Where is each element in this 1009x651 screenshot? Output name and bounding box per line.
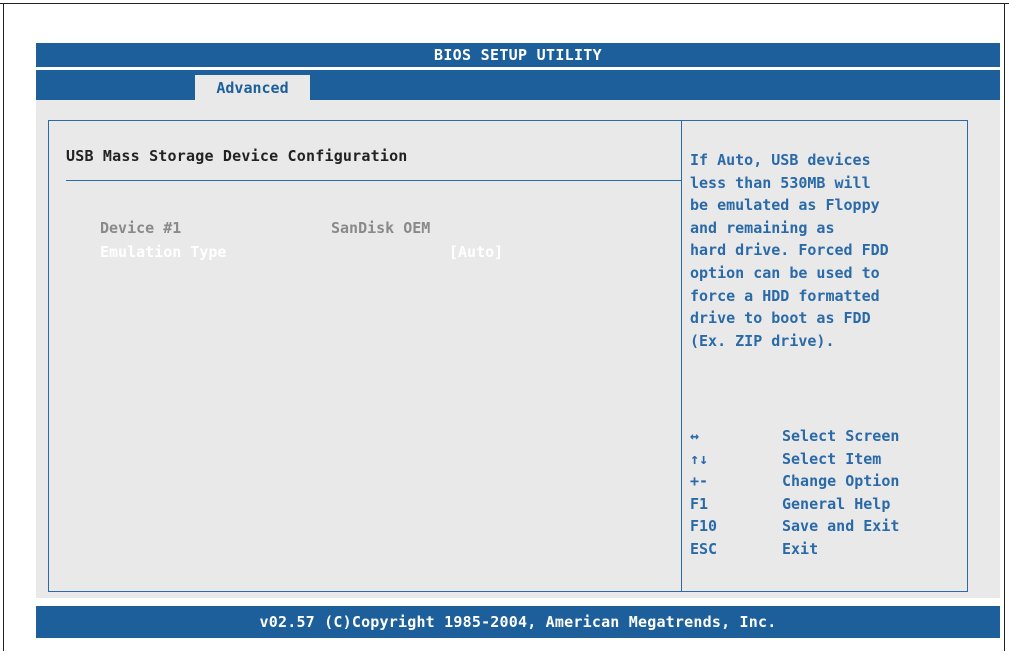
key-legend-row: +- Change Option — [690, 470, 960, 493]
device-value: SanDisk OEM — [331, 219, 431, 237]
key-label: F1 — [690, 494, 709, 513]
tab-bar: Advanced — [36, 69, 1000, 100]
left-right-arrow-icon: ↔ — [690, 427, 700, 445]
key-description: Change Option — [782, 472, 900, 491]
section-divider — [66, 180, 681, 181]
up-down-arrow-icon: ↑↓ — [690, 449, 709, 468]
key-legend-row: F1 General Help — [690, 493, 960, 516]
key-legend-row: ↑↓ Select Item — [690, 448, 960, 471]
section-title: USB Mass Storage Device Configuration — [66, 147, 408, 165]
help-panel: If Auto, USB devices less than 530MB wil… — [681, 120, 968, 592]
key-label: F10 — [690, 517, 718, 536]
tab-advanced[interactable]: Advanced — [195, 75, 310, 100]
outer-frame-left — [3, 3, 4, 651]
key-legend-row: F10 Save and Exit — [690, 515, 960, 538]
key-description: Exit — [782, 539, 819, 558]
key-description: General Help — [782, 494, 891, 513]
copyright-footer: v02.57 (C)Copyright 1985-2004, American … — [36, 606, 1000, 638]
key-label: ESC — [690, 539, 718, 558]
key-legend-row: ESC Exit — [690, 538, 960, 561]
key-description: Save and Exit — [782, 517, 900, 536]
key-label: +- — [690, 472, 709, 491]
key-description: Select Item — [782, 449, 882, 468]
main-body: USB Mass Storage Device Configuration De… — [36, 100, 1000, 598]
bios-title: BIOS SETUP UTILITY — [36, 43, 1000, 67]
key-description: Select Screen — [782, 427, 900, 445]
key-legend-row: ↔ Select Screen — [690, 425, 960, 448]
emulation-type-label[interactable]: Emulation Type — [100, 243, 226, 261]
outer-frame-right — [1004, 3, 1005, 651]
help-text: If Auto, USB devices less than 530MB wil… — [690, 151, 889, 350]
outer-frame-top — [0, 3, 1009, 4]
emulation-type-value[interactable]: [Auto] — [449, 243, 503, 261]
settings-panel: USB Mass Storage Device Configuration De… — [48, 120, 682, 592]
bios-window: BIOS SETUP UTILITY Advanced USB Mass Sto… — [36, 43, 1000, 638]
key-legend: ↔ Select Screen ↑↓ Select Item +- Change… — [690, 425, 960, 561]
device-label: Device #1 — [100, 219, 182, 237]
